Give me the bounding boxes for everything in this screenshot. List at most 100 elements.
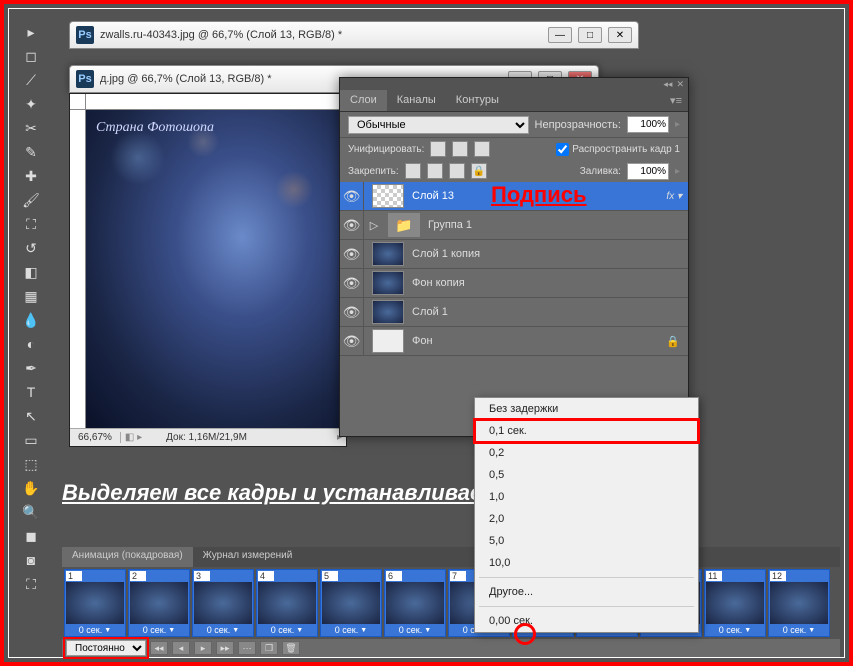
dodge-tool-icon[interactable]: ◐ [19, 333, 43, 355]
animation-frame[interactable]: 10 сек.▼ [64, 569, 126, 637]
opacity-caret-icon[interactable]: ▸ [675, 119, 680, 130]
visibility-icon[interactable]: 👁 [340, 240, 364, 268]
delay-caret-icon[interactable]: ▼ [360, 627, 367, 634]
tab-measurements[interactable]: Журнал измерений [193, 547, 303, 567]
tab-channels[interactable]: Каналы [387, 90, 446, 111]
delay-option-other[interactable]: Другое... [475, 581, 698, 603]
animation-frame[interactable]: 120 сек.▼ [768, 569, 830, 637]
delay-option-50[interactable]: 5,0 [475, 530, 698, 552]
color-swatch-icon[interactable]: ◼ [19, 525, 43, 547]
fill-input[interactable] [627, 163, 669, 180]
stamp-tool-icon[interactable]: ⛶ [19, 213, 43, 235]
delay-option-10[interactable]: 1,0 [475, 486, 698, 508]
brush-tool-icon[interactable]: 🖌 [19, 189, 43, 211]
tab-layers[interactable]: Слои [340, 90, 387, 111]
opacity-input[interactable] [627, 116, 669, 133]
play-button[interactable]: ▸ [194, 641, 212, 655]
minimize-button[interactable]: — [548, 27, 572, 43]
delay-option-100[interactable]: 10,0 [475, 552, 698, 574]
ruler-vertical[interactable] [70, 110, 86, 428]
delay-current[interactable]: 0,00 сек. [475, 610, 698, 632]
tween-button[interactable]: ⋯ [238, 641, 256, 655]
wand-tool-icon[interactable]: ✦ [19, 93, 43, 115]
frame-delay[interactable]: 0 сек.▼ [194, 625, 252, 635]
delay-caret-icon[interactable]: ▼ [744, 627, 751, 634]
animation-frame[interactable]: 110 сек.▼ [704, 569, 766, 637]
layer-name[interactable]: Слой 1 [408, 306, 688, 318]
type-tool-icon[interactable]: T [19, 381, 43, 403]
lock-all-icon[interactable]: 🔒 [471, 163, 487, 179]
marquee-tool-icon[interactable]: ◻ [19, 45, 43, 67]
crop-tool-icon[interactable]: ✂ [19, 117, 43, 139]
animation-frame[interactable]: 50 сек.▼ [320, 569, 382, 637]
layer-row[interactable]: 👁 Слой 13fx ▾ [340, 182, 688, 211]
gradient-tool-icon[interactable]: ▦ [19, 285, 43, 307]
unify-visibility-icon[interactable]: ▦ [452, 141, 468, 157]
screenmode-icon[interactable]: ⛶ [19, 573, 43, 595]
history-brush-icon[interactable]: ↺ [19, 237, 43, 259]
blur-tool-icon[interactable]: 💧 [19, 309, 43, 331]
eraser-tool-icon[interactable]: ◧ [19, 261, 43, 283]
zoom-value[interactable]: 66,67% [70, 432, 121, 443]
visibility-icon[interactable]: 👁 [340, 269, 364, 297]
maximize-button[interactable]: □ [578, 27, 602, 43]
delay-option-none[interactable]: Без задержки [475, 398, 698, 420]
delay-caret-icon[interactable]: ▼ [104, 627, 111, 634]
layer-name[interactable]: Группа 1 [424, 219, 688, 231]
fx-badge[interactable]: fx ▾ [666, 191, 688, 202]
lock-position-icon[interactable]: ✥ [449, 163, 465, 179]
animation-frame[interactable]: 40 сек.▼ [256, 569, 318, 637]
animation-frame[interactable]: 60 сек.▼ [384, 569, 446, 637]
panel-collapse-icon[interactable]: ◂◂ [663, 79, 672, 90]
delay-caret-icon[interactable]: ▼ [424, 627, 431, 634]
move-tool-icon[interactable]: ▸ [19, 21, 43, 43]
hand-tool-icon[interactable]: ✋ [19, 477, 43, 499]
propagate-checkbox[interactable] [556, 143, 569, 156]
frame-delay[interactable]: 0 сек.▼ [322, 625, 380, 635]
ruler-horizontal[interactable] [86, 94, 346, 110]
visibility-icon[interactable]: 👁 [340, 182, 364, 210]
path-tool-icon[interactable]: ↖ [19, 405, 43, 427]
lasso-tool-icon[interactable]: ⟋ [19, 69, 43, 91]
quickmask-icon[interactable]: ◙ [19, 549, 43, 571]
next-frame-button[interactable]: ▸▸ [216, 641, 234, 655]
loop-select[interactable]: Постоянно [66, 640, 146, 656]
delay-option-01[interactable]: 0,1 сек. [475, 420, 698, 442]
unify-position-icon[interactable]: ▦ [430, 141, 446, 157]
visibility-icon[interactable]: 👁 [340, 327, 364, 355]
layer-row[interactable]: 👁 Слой 1 [340, 298, 688, 327]
lock-pixels-icon[interactable]: ▦ [405, 163, 421, 179]
expand-icon[interactable]: ▷ [364, 219, 384, 232]
layer-name[interactable]: Слой 1 копия [408, 248, 688, 260]
frame-delay[interactable]: 0 сек.▼ [130, 625, 188, 635]
panel-menu-icon[interactable]: ▾≡ [664, 90, 688, 111]
layer-row[interactable]: 👁 Фон копия [340, 269, 688, 298]
frame-delay[interactable]: 0 сек.▼ [66, 625, 124, 635]
visibility-icon[interactable]: 👁 [340, 211, 364, 239]
3d-tool-icon[interactable]: ⬚ [19, 453, 43, 475]
delay-caret-icon[interactable]: ▼ [808, 627, 815, 634]
prev-frame-button[interactable]: ◂ [172, 641, 190, 655]
visibility-icon[interactable]: 👁 [340, 298, 364, 326]
delay-caret-icon[interactable]: ▼ [296, 627, 303, 634]
delay-caret-icon[interactable]: ▼ [232, 627, 239, 634]
layer-name[interactable]: Фон копия [408, 277, 688, 289]
pen-tool-icon[interactable]: ✒ [19, 357, 43, 379]
delete-frame-button[interactable]: 🗑 [282, 641, 300, 655]
tab-animation[interactable]: Анимация (покадровая) [62, 547, 193, 567]
heal-tool-icon[interactable]: ✚ [19, 165, 43, 187]
eyedropper-tool-icon[interactable]: ✎ [19, 141, 43, 163]
layer-row[interactable]: 👁 Слой 1 копия [340, 240, 688, 269]
unify-style-icon[interactable]: ▦ [474, 141, 490, 157]
frame-delay[interactable]: 0 сек.▼ [770, 625, 828, 635]
delay-option-20[interactable]: 2,0 [475, 508, 698, 530]
tab-paths[interactable]: Контуры [446, 90, 509, 111]
layer-name[interactable]: Фон [408, 335, 666, 347]
delay-option-02[interactable]: 0,2 [475, 442, 698, 464]
delay-caret-icon[interactable]: ▼ [168, 627, 175, 634]
frame-delay[interactable]: 0 сек.▼ [258, 625, 316, 635]
layer-name[interactable]: Слой 13 [408, 190, 666, 202]
layer-row[interactable]: 👁Фон🔒 [340, 327, 688, 356]
shape-tool-icon[interactable]: ▭ [19, 429, 43, 451]
first-frame-button[interactable]: ◂◂ [150, 641, 168, 655]
